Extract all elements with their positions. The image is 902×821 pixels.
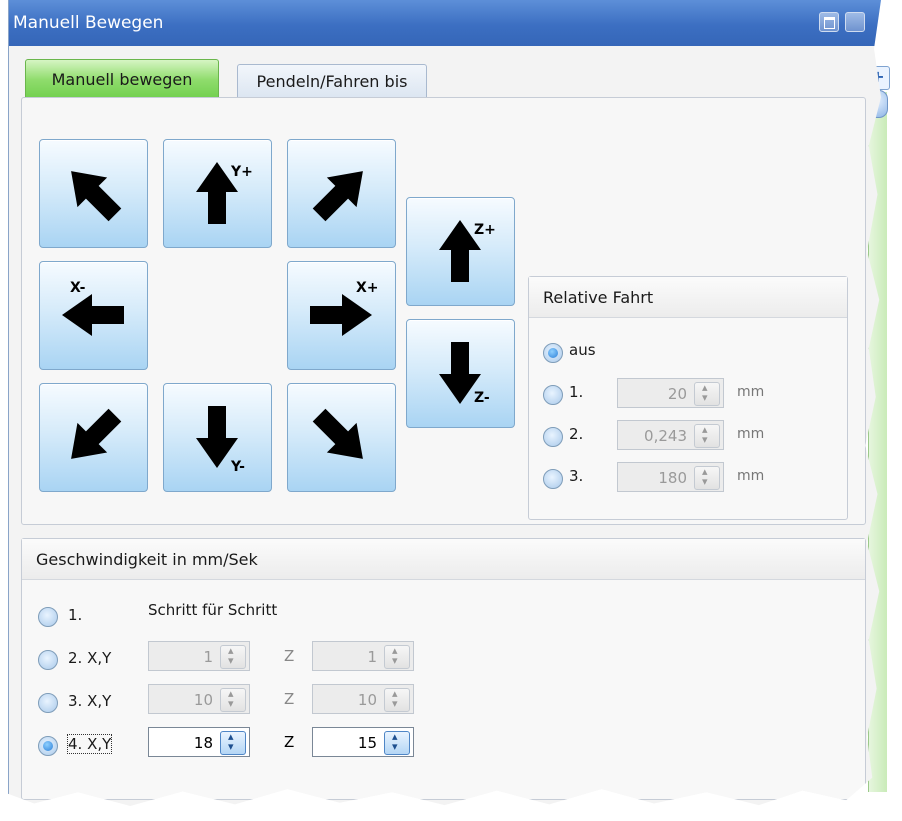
relative-1-spinner[interactable]: 20 (617, 378, 724, 408)
spinner-arrows-icon[interactable] (220, 730, 246, 755)
relative-2-unit: mm (737, 426, 765, 442)
radio-speed-2[interactable] (38, 650, 58, 670)
radio-relative-off[interactable] (543, 343, 563, 363)
speed-4-xy-value: 18 (193, 734, 213, 752)
speed-2-xy-value: 1 (203, 648, 213, 666)
z-plus-label: Z+ (474, 222, 496, 238)
jog-z-plus-button[interactable]: Z+ (406, 197, 515, 306)
y-plus-label: Y+ (231, 164, 253, 180)
relative-3-label: 3. (569, 467, 584, 485)
y-minus-label: Y- (231, 459, 245, 475)
arrow-up-icon (196, 162, 238, 224)
x-minus-label: X- (70, 280, 86, 296)
speed-4-z-spinner[interactable]: 15 (312, 727, 414, 757)
x-plus-label: X+ (356, 280, 379, 296)
relative-1-label: 1. (569, 383, 584, 401)
spinner-arrows-icon[interactable] (384, 644, 410, 669)
radio-relative-1[interactable] (543, 385, 563, 405)
spinner-arrows-icon[interactable] (694, 423, 720, 448)
relative-off-label: aus (569, 341, 596, 359)
spinner-arrows-icon[interactable] (384, 687, 410, 712)
arrow-down-left-icon (71, 408, 122, 459)
radio-speed-4[interactable] (38, 736, 58, 756)
speed-4-label: 4. X,Y (66, 734, 113, 754)
relative-move-group: Relative Fahrt aus 1. 20 mm 2. 0,243 mm … (528, 276, 848, 520)
tab-oscillate-move-to[interactable]: Pendeln/Fahren bis (237, 64, 427, 99)
speed-3-xy-value: 10 (193, 691, 213, 709)
speed-1-label: 1. (68, 606, 83, 624)
speed-4-xy-spinner[interactable]: 18 (148, 727, 250, 757)
relative-1-unit: mm (737, 384, 765, 400)
jog-up-left-button[interactable] (39, 139, 148, 248)
speed-3-z-spinner[interactable]: 10 (312, 684, 414, 714)
title-bar: Manuell Bewegen (9, 0, 881, 46)
arrow-down-right-icon (312, 408, 363, 459)
radio-speed-1[interactable] (38, 607, 58, 627)
spinner-arrows-icon[interactable] (384, 730, 410, 755)
step-by-step-label: Schritt für Schritt (148, 601, 278, 619)
speed-title: Geschwindigkeit in mm/Sek (36, 550, 258, 569)
arrow-up-left-icon (71, 171, 122, 222)
spinner-arrows-icon[interactable] (220, 687, 246, 712)
relative-2-spinner[interactable]: 0,243 (617, 420, 724, 450)
speed-2-label: 2. X,Y (68, 649, 112, 667)
speed-3-label: 3. X,Y (68, 692, 112, 710)
jog-x-minus-button[interactable]: X- (39, 261, 148, 370)
jog-x-plus-button[interactable]: X+ (287, 261, 396, 370)
relative-3-spinner[interactable]: 180 (617, 462, 724, 492)
speed-2-z-label: Z (284, 647, 295, 665)
arrow-down-icon (439, 342, 481, 404)
arrow-up-icon (439, 220, 481, 282)
speed-3-z-value: 10 (357, 691, 377, 709)
relative-move-header: Relative Fahrt (529, 277, 847, 318)
jog-y-minus-button[interactable]: Y- (163, 383, 272, 492)
spinner-arrows-icon[interactable] (220, 644, 246, 669)
speed-4-z-label: Z (284, 733, 295, 751)
relative-2-value: 0,243 (644, 427, 687, 445)
speed-3-z-label: Z (284, 690, 295, 708)
jog-y-plus-button[interactable]: Y+ (163, 139, 272, 248)
spinner-arrows-icon[interactable] (694, 381, 720, 406)
arrow-down-icon (196, 406, 238, 468)
arrow-left-icon (62, 294, 124, 336)
spinner-arrows-icon[interactable] (694, 465, 720, 490)
relative-move-title: Relative Fahrt (543, 288, 654, 307)
pin-icon[interactable] (845, 12, 865, 32)
relative-1-value: 20 (667, 385, 687, 403)
relative-3-value: 180 (658, 469, 687, 487)
speed-2-z-value: 1 (367, 648, 377, 666)
speed-header: Geschwindigkeit in mm/Sek (22, 539, 865, 580)
arrow-right-icon (310, 294, 372, 336)
window-title: Manuell Bewegen (13, 13, 164, 33)
relative-3-unit: mm (737, 468, 765, 484)
speed-4-z-value: 15 (357, 734, 377, 752)
speed-3-xy-spinner[interactable]: 10 (148, 684, 250, 714)
jog-z-minus-button[interactable]: Z- (406, 319, 515, 428)
speed-2-xy-spinner[interactable]: 1 (148, 641, 250, 671)
jog-down-left-button[interactable] (39, 383, 148, 492)
relative-2-label: 2. (569, 425, 584, 443)
manual-move-window: Manuell Bewegen Manuell bewegen Pendeln/… (8, 0, 881, 806)
arrow-up-right-icon (312, 171, 363, 222)
speed-group: Geschwindigkeit in mm/Sek Schritt für Sc… (21, 538, 866, 800)
radio-relative-3[interactable] (543, 469, 563, 489)
jog-down-right-button[interactable] (287, 383, 396, 492)
jog-up-right-button[interactable] (287, 139, 396, 248)
tab-manual-move[interactable]: Manuell bewegen (25, 59, 219, 100)
radio-relative-2[interactable] (543, 427, 563, 447)
jog-panel: Y+ X- X+ Y- Z+ Z- Relative Fahrt aus 1. … (21, 97, 866, 525)
radio-speed-3[interactable] (38, 693, 58, 713)
z-minus-label: Z- (474, 390, 490, 406)
window-minimize-icon[interactable] (819, 12, 839, 32)
speed-2-z-spinner[interactable]: 1 (312, 641, 414, 671)
